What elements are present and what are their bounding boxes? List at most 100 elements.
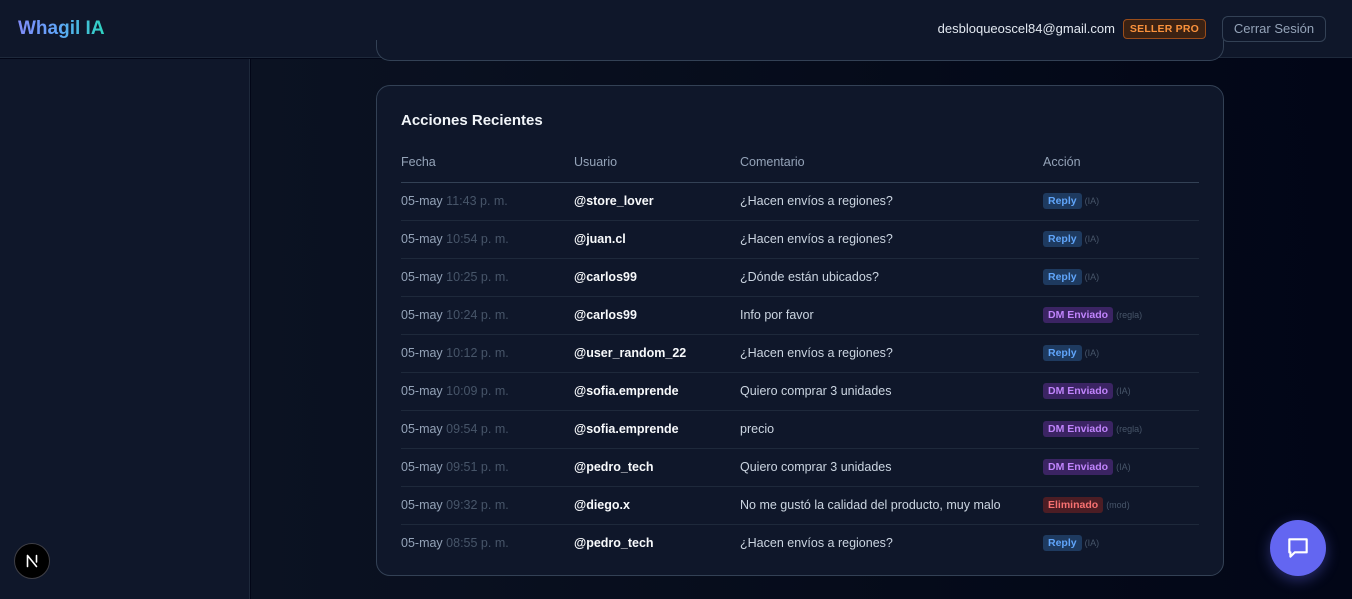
table-row: 05-may 09:32 p. m. @diego.x No me gustó la… (401, 486, 1199, 525)
comment-cell: ¿Hacen envíos a regiones? (740, 524, 1043, 562)
comment-text: ¿Hacen envíos a regiones? (740, 536, 893, 551)
user-cell: @pedro_tech (574, 448, 740, 487)
comment-cell: Info por favor (740, 296, 1043, 335)
action-source: (mod) (1106, 500, 1130, 510)
user-area: desbloqueoscel84@gmail.com SELLER PRO Ce… (937, 15, 1326, 42)
action-cell: DM Enviado (IA) (1043, 372, 1199, 411)
nextjs-n-icon[interactable] (14, 543, 50, 579)
username[interactable]: @juan.cl (574, 232, 626, 246)
previous-card-edge (376, 40, 1224, 61)
action-source: (IA) (1084, 348, 1100, 358)
username[interactable]: @carlos99 (574, 308, 637, 322)
user-cell: @carlos99 (574, 296, 740, 335)
table-row: 05-may 11:43 p. m. @store_lover ¿Hacen env… (401, 182, 1199, 221)
action-cell: Reply (IA) (1043, 220, 1199, 259)
logout-button[interactable]: Cerrar Sesión (1222, 15, 1326, 42)
user-email: desbloqueoscel84@gmail.com (937, 21, 1115, 36)
table-row: 05-may 10:54 p. m. @juan.cl ¿Hacen envíos … (401, 220, 1199, 259)
action-cell: Reply (IA) (1043, 524, 1199, 562)
username[interactable]: @diego.x (574, 498, 630, 512)
table-row: 05-may 09:54 p. m. @sofia.emprende precio D… (401, 410, 1199, 449)
username[interactable]: @pedro_tech (574, 460, 654, 474)
date-cell: 05-may 09:32 p. m. (401, 486, 574, 525)
action-cell: DM Enviado (IA) (1043, 448, 1199, 487)
chat-button[interactable] (1270, 520, 1326, 576)
chat-bubble-icon (1288, 538, 1308, 558)
recent-actions-table: Fecha Usuario Comentario Acción 05-may 1… (401, 146, 1199, 562)
date-time: 10:24 p. m. (446, 308, 509, 322)
action-cell: DM Enviado (regla) (1043, 296, 1199, 335)
user-cell: @sofia.emprende (574, 410, 740, 449)
comment-cell: Quiero comprar 3 unidades (740, 448, 1043, 487)
action-source: (IA) (1116, 462, 1131, 472)
username[interactable]: @store_lover (574, 194, 654, 208)
action-source: (IA) (1116, 386, 1131, 396)
table-row: 05-may 09:51 p. m. @pedro_tech Quiero comp… (401, 448, 1199, 487)
column-header-comment: Comentario (740, 146, 1043, 183)
date-day: 05-may (401, 460, 443, 474)
date-day: 05-may (401, 194, 443, 208)
date-cell: 05-may 09:54 p. m. (401, 410, 574, 449)
app-logo[interactable]: Whagil IA (18, 18, 105, 40)
card-title: Acciones Recientes (401, 112, 543, 129)
comment-text: ¿Hacen envíos a regiones? (740, 346, 893, 360)
recent-actions-card: Acciones Recientes Fecha Usuario Comenta… (376, 85, 1224, 576)
comment-text: ¿Hacen envíos a regiones? (740, 232, 893, 246)
table-row: 05-may 10:25 p. m. @carlos99 ¿Dónde están … (401, 258, 1199, 297)
date-time: 10:54 p. m. (446, 232, 509, 246)
comment-text: No me gustó la calidad del producto, muy… (740, 498, 1001, 512)
action-source: (regla) (1116, 310, 1143, 320)
action-cell: Reply (IA) (1043, 334, 1199, 373)
date-day: 05-may (401, 308, 443, 322)
username[interactable]: @pedro_tech (574, 536, 654, 550)
date-cell: 05-may 10:25 p. m. (401, 258, 574, 297)
user-cell: @carlos99 (574, 258, 740, 297)
user-cell: @juan.cl (574, 220, 740, 259)
date-cell: 05-may 10:09 p. m. (401, 372, 574, 411)
comment-cell: ¿Hacen envíos a regiones? (740, 182, 1043, 221)
comment-cell: No me gustó la calidad del producto, muy… (740, 486, 1043, 525)
comment-text: ¿Hacen envíos a regiones? (740, 194, 893, 208)
username[interactable]: @user_random_22 (574, 346, 686, 360)
comment-text: Quiero comprar 3 unidades (740, 460, 892, 474)
date-day: 05-may (401, 498, 443, 512)
username[interactable]: @sofia.emprende (574, 384, 679, 398)
date-day: 05-may (401, 346, 443, 360)
action-cell: Reply (IA) (1043, 258, 1199, 297)
action-badge: DM Enviado (1043, 383, 1114, 399)
comment-cell: ¿Hacen envíos a regiones? (740, 220, 1043, 259)
date-day: 05-may (401, 536, 443, 551)
date-time: 10:12 p. m. (446, 346, 509, 360)
action-badge: Reply (1043, 231, 1082, 247)
date-cell: 05-may 09:51 p. m. (401, 448, 574, 487)
date-day: 05-may (401, 232, 443, 246)
comment-text: Quiero comprar 3 unidades (740, 384, 892, 398)
date-day: 05-may (401, 422, 443, 436)
column-header-date: Fecha (401, 146, 574, 183)
username[interactable]: @sofia.emprende (574, 422, 679, 436)
date-cell: 05-may 10:54 p. m. (401, 220, 574, 259)
comment-cell: precio (740, 410, 1043, 449)
sidebar (0, 59, 250, 599)
table-row: 05-may 10:12 p. m. @user_random_22 ¿Hacen … (401, 334, 1199, 373)
date-time: 10:09 p. m. (446, 384, 509, 398)
action-cell: Reply (IA) (1043, 182, 1199, 221)
date-day: 05-may (401, 384, 443, 398)
date-cell: 05-may 10:12 p. m. (401, 334, 574, 373)
user-cell: @store_lover (574, 182, 740, 221)
column-header-user: Usuario (574, 146, 740, 183)
user-cell: @pedro_tech (574, 524, 740, 562)
comment-text: Info por favor (740, 308, 814, 322)
comment-cell: Quiero comprar 3 unidades (740, 372, 1043, 411)
comment-text: ¿Dónde están ubicados? (740, 270, 879, 284)
action-source: (IA) (1084, 272, 1100, 282)
user-cell: @user_random_22 (574, 334, 740, 373)
action-badge: Reply (1043, 193, 1082, 209)
date-time: 08:55 p. m. (446, 536, 509, 551)
action-badge: DM Enviado (1043, 307, 1114, 323)
column-header-action: Acción (1043, 146, 1199, 183)
user-cell: @diego.x (574, 486, 740, 525)
date-time: 09:54 p. m. (446, 422, 509, 436)
date-cell: 05-may 10:24 p. m. (401, 296, 574, 335)
username[interactable]: @carlos99 (574, 270, 637, 284)
